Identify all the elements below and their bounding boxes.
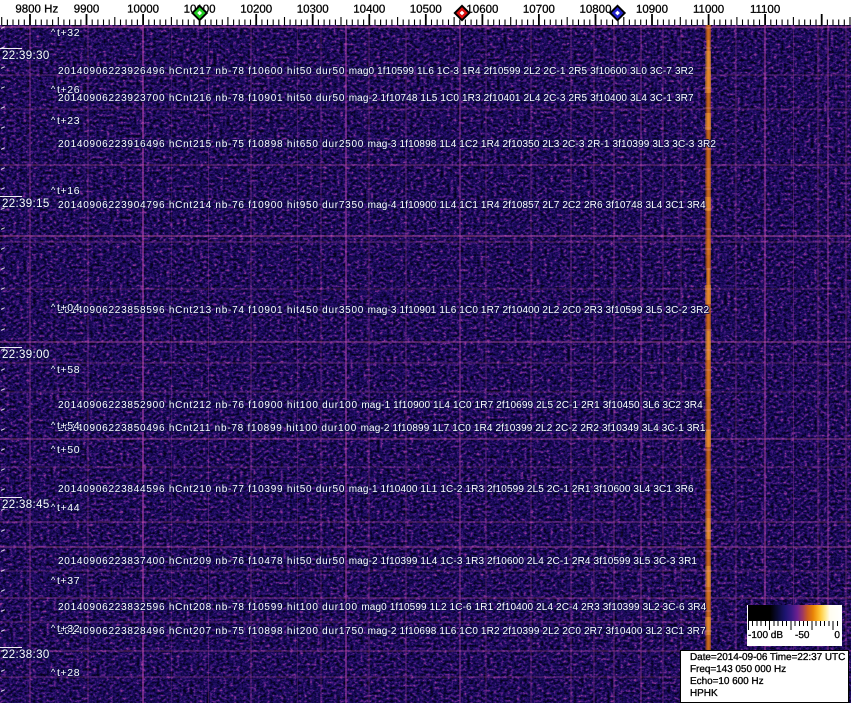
- svg-text:9800 Hz: 9800 Hz: [15, 4, 58, 16]
- svg-text:10000: 10000: [127, 4, 159, 16]
- svg-text:10900: 10900: [636, 4, 668, 16]
- svg-text:10400: 10400: [353, 4, 385, 16]
- svg-text:10700: 10700: [523, 4, 555, 16]
- svg-text:10600: 10600: [466, 4, 498, 16]
- svg-text:10500: 10500: [410, 4, 442, 16]
- svg-text:10200: 10200: [240, 4, 272, 16]
- svg-text:9900: 9900: [74, 4, 100, 16]
- svg-text:11000: 11000: [693, 4, 724, 16]
- svg-text:10800: 10800: [580, 4, 612, 16]
- svg-text:10300: 10300: [297, 4, 329, 16]
- svg-text:11100: 11100: [750, 4, 780, 16]
